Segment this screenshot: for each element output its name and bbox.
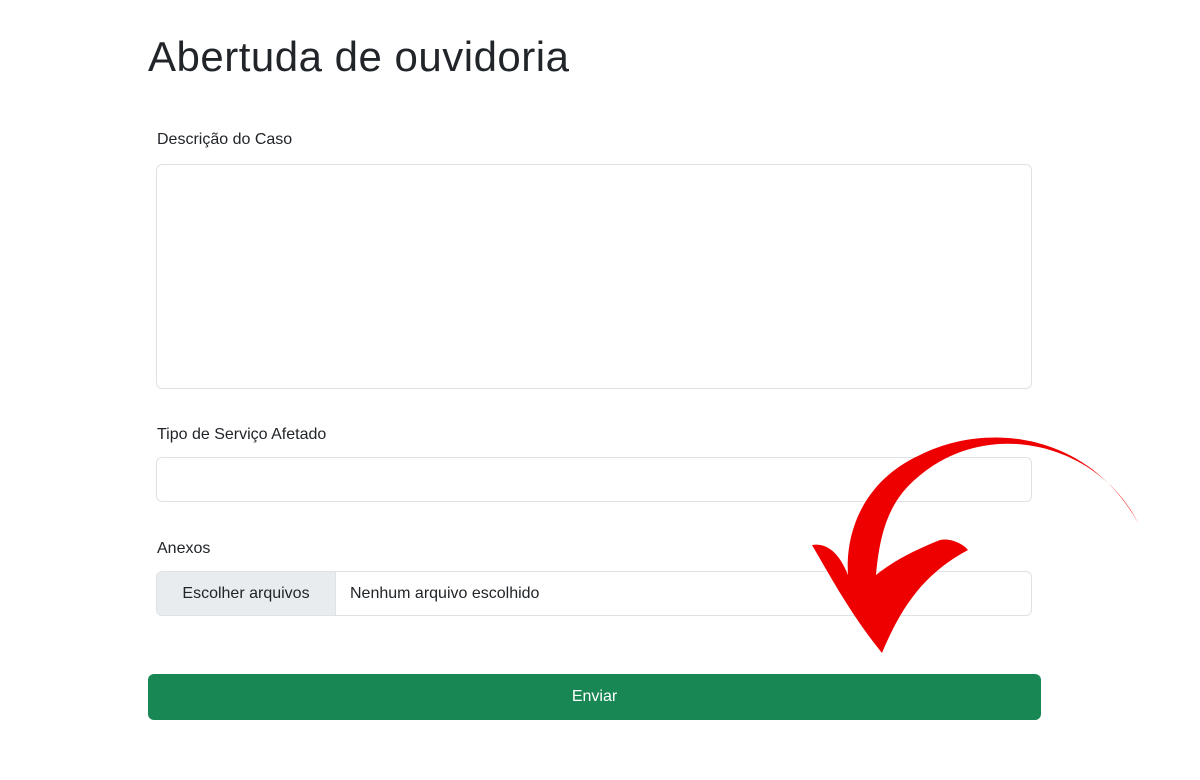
file-status-text: Nenhum arquivo escolhido: [350, 584, 540, 602]
page: Abertuda de ouvidoria Descrição do Caso …: [0, 0, 1200, 780]
submit-button[interactable]: Enviar: [148, 674, 1041, 720]
description-textarea[interactable]: [156, 164, 1032, 389]
red-curved-arrow-icon: [812, 437, 1138, 653]
page-title: Abertuda de ouvidoria: [148, 33, 570, 80]
service-type-label: Tipo de Serviço Afetado: [157, 426, 327, 443]
choose-files-button[interactable]: Escolher arquivos: [157, 572, 336, 615]
arrow-shape: [812, 437, 1138, 653]
description-label: Descrição do Caso: [157, 131, 293, 148]
attachments-label: Anexos: [157, 540, 211, 557]
